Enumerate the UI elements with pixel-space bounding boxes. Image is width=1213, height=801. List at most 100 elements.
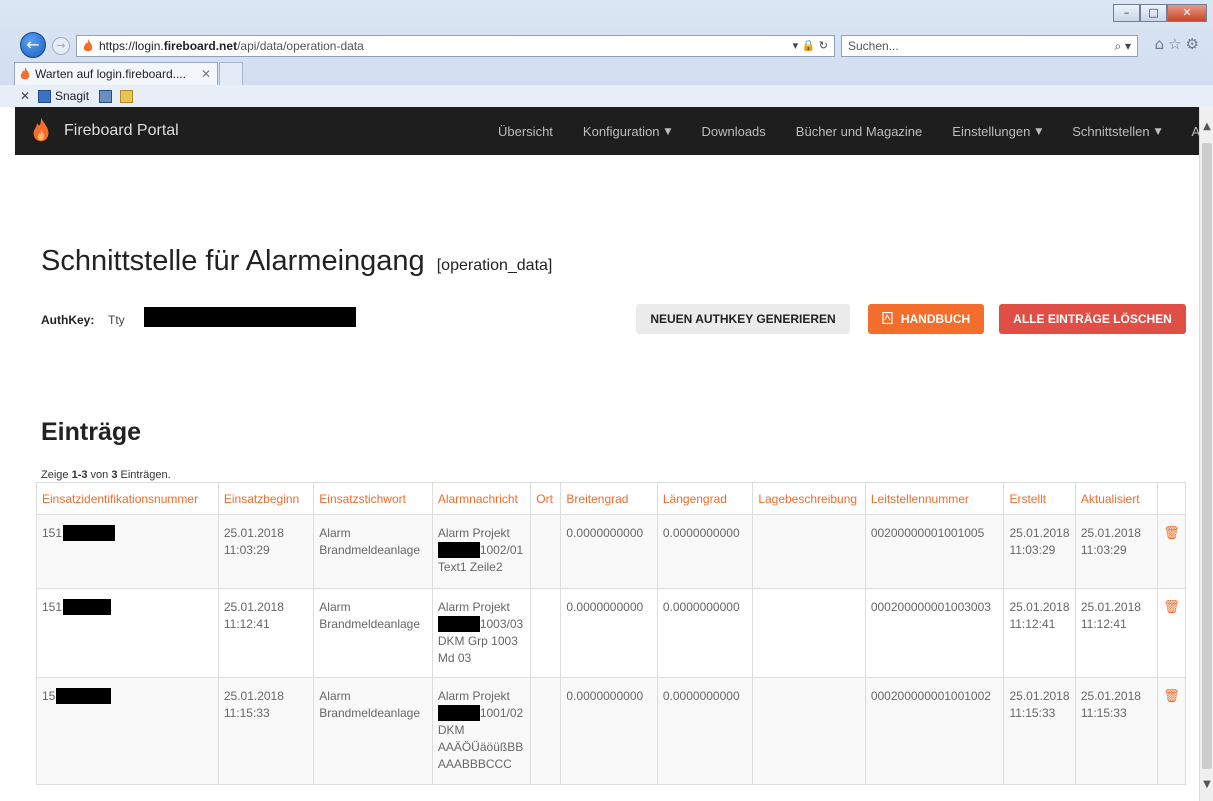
generate-authkey-button[interactable]: NEUEN AUTHKEY GENERIEREN: [636, 304, 850, 334]
home-icon[interactable]: ⌂: [1155, 35, 1169, 53]
cell-laenge: 0.0000000000: [656, 677, 754, 785]
aktualisiert-time: 11:03:29: [1080, 543, 1127, 557]
nav-schnittstellen[interactable]: Schnittstellen ▼: [1057, 124, 1176, 139]
page-scrollbar[interactable]: ▲ ▼: [1199, 107, 1213, 801]
authkey-redaction: [144, 307, 356, 327]
nachricht-line3: DKM: [437, 723, 465, 737]
minimize-button[interactable]: –: [1113, 4, 1140, 22]
table-row: 15 25.01.2018 11:15:33 Alarm Brandmeldeanl…: [36, 677, 1186, 785]
id-redaction: [63, 599, 112, 615]
favorites-close-icon[interactable]: ✕: [20, 85, 30, 107]
search-icon[interactable]: ⌕ ▾: [1114, 36, 1131, 56]
col-header[interactable]: Aktualisiert: [1074, 482, 1159, 515]
forward-button[interactable]: →: [52, 37, 70, 55]
site-flame-icon: [83, 39, 93, 52]
manual-button[interactable]: HANDBUCH: [868, 304, 984, 334]
cell-beginn: 25.01.2018 11:03:29: [217, 514, 315, 589]
nachricht-line3: Text1 Zeile2: [437, 560, 503, 574]
col-header[interactable]: Einsatzidentifikationsnummer: [36, 482, 219, 515]
cell-actions: 🗑: [1157, 677, 1186, 785]
nav-einstellungen[interactable]: Einstellungen ▼: [937, 124, 1057, 139]
trash-icon[interactable]: 🗑: [1163, 689, 1180, 704]
url-path: /api/data/operation-data: [237, 39, 364, 53]
address-actions[interactable]: ▾ 🔒 ↻: [793, 36, 828, 56]
nav-buecher[interactable]: Bücher und Magazine: [781, 124, 937, 139]
search-input[interactable]: Suchen... ⌕ ▾: [841, 35, 1138, 57]
cell-id: 15: [36, 677, 219, 785]
beginn-time: 11:15:33: [223, 706, 270, 720]
summary-prefix: Zeige: [41, 469, 72, 481]
col-header[interactable]: Leitstellennummer: [864, 482, 1005, 515]
summary-range: 1-3: [71, 469, 88, 481]
col-header[interactable]: Alarmnachricht: [431, 482, 532, 515]
trash-icon[interactable]: 🗑: [1163, 526, 1180, 541]
stichwort-line2: Brandmeldeanlage: [319, 617, 421, 631]
tab-close-icon[interactable]: ✕: [201, 63, 211, 85]
nav-label: Einstellungen: [952, 123, 1031, 139]
nachricht-redaction: [437, 616, 480, 632]
cell-actions: 🗑: [1157, 514, 1186, 589]
nav-downloads[interactable]: Downloads: [686, 124, 780, 139]
col-header-actions: [1157, 482, 1186, 515]
beginn-time: 11:12:41: [223, 617, 270, 631]
beginn-date: 25.01.2018: [223, 689, 284, 703]
scroll-thumb[interactable]: [1202, 143, 1212, 769]
cell-aktualisiert: 25.01.2018 11:15:33: [1074, 677, 1159, 785]
col-header[interactable]: Erstellt: [1003, 482, 1076, 515]
cell-stichwort: Alarm Brandmeldeanlage: [313, 514, 433, 589]
erstellt-date: 25.01.2018: [1009, 600, 1070, 614]
favorite-icon-3[interactable]: [120, 89, 134, 103]
stichwort-line1: Alarm: [319, 600, 351, 614]
toolbar-icons[interactable]: ⌂☆⚙: [1155, 35, 1203, 53]
new-tab-button[interactable]: [219, 62, 243, 85]
scroll-down-icon[interactable]: ▼: [1201, 779, 1213, 793]
stichwort-line2: Brandmeldeanlage: [319, 706, 421, 720]
delete-all-button[interactable]: ALLE EINTRÄGE LÖSCHEN: [999, 304, 1186, 334]
address-bar[interactable]: https://login.fireboard.net/api/data/ope…: [76, 35, 835, 57]
gear-icon[interactable]: ⚙: [1186, 35, 1203, 53]
nachricht-line1: Alarm Projekt: [437, 689, 510, 703]
col-header[interactable]: Breitengrad: [560, 482, 658, 515]
col-header[interactable]: Einsatzstichwort: [313, 482, 433, 515]
nav-konfiguration[interactable]: Konfiguration ▼: [568, 124, 687, 139]
cell-erstellt: 25.01.2018 11:15:33: [1003, 677, 1076, 785]
scroll-up-icon[interactable]: ▲: [1201, 121, 1213, 135]
erstellt-time: 11:03:29: [1009, 543, 1056, 557]
nav-uebersicht[interactable]: Übersicht: [483, 124, 568, 139]
browser-tab[interactable]: Warten auf login.fireboard.... ✕: [14, 62, 218, 85]
trash-icon[interactable]: 🗑: [1163, 600, 1180, 615]
favorite-icon-2[interactable]: [99, 89, 113, 103]
col-header[interactable]: Ort: [530, 482, 562, 515]
entries-summary: Zeige 1-3 von 3 Einträgen.: [41, 469, 171, 481]
manual-label: HANDBUCH: [900, 312, 971, 326]
close-window-button[interactable]: ✕: [1167, 4, 1207, 22]
cell-aktualisiert: 25.01.2018 11:03:29: [1074, 514, 1159, 589]
back-button[interactable]: ←: [20, 32, 46, 58]
aktualisiert-date: 25.01.2018: [1080, 600, 1141, 614]
maximize-button[interactable]: □: [1140, 4, 1167, 22]
nachricht-line4: Md 03: [437, 651, 472, 665]
star-icon[interactable]: ☆: [1168, 35, 1185, 53]
stichwort-line1: Alarm: [319, 689, 351, 703]
page-title: Schnittstelle für Alarmeingang [operatio…: [41, 245, 552, 278]
cell-nachricht: Alarm Projekt 1001/02 DKM AAÄÖÜäöüßBB AAABBB…: [431, 677, 532, 785]
brand[interactable]: Fireboard Portal: [32, 107, 179, 155]
erstellt-date: 25.01.2018: [1009, 526, 1070, 540]
cell-erstellt: 25.01.2018 11:12:41: [1003, 588, 1076, 678]
col-header[interactable]: Lagebeschreibung: [752, 482, 866, 515]
table-row: 151 25.01.2018 11:03:29 Alarm Brandmeldean…: [36, 514, 1186, 589]
nachricht-suffix: 1003/03: [479, 617, 524, 631]
cell-id-text: 15: [42, 689, 56, 703]
col-header[interactable]: Längengrad: [656, 482, 754, 515]
nav-menu: Übersicht Konfiguration ▼ Downloads Büche…: [483, 107, 1213, 155]
id-redaction: [63, 525, 116, 541]
favorite-snagit[interactable]: Snagit: [38, 85, 134, 107]
entries-table: Einsatzidentifikationsnummer Einsatzbegi…: [36, 482, 1186, 785]
table-header-row: Einsatzidentifikationsnummer Einsatzbegi…: [36, 482, 1186, 515]
url-host: fireboard.net: [163, 39, 238, 53]
main-content: Schnittstelle für Alarmeingang [operatio…: [15, 155, 1199, 801]
aktualisiert-time: 11:12:41: [1080, 617, 1127, 631]
delete-all-label: ALLE EINTRÄGE LÖSCHEN: [1013, 312, 1172, 326]
col-header[interactable]: Einsatzbeginn: [217, 482, 315, 515]
cell-leitstelle: 000200000001003003: [864, 588, 1005, 678]
